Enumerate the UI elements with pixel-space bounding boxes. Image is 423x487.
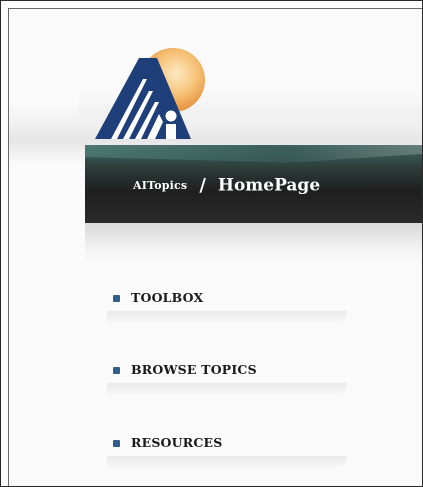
bullet-icon [113, 295, 120, 302]
nav-item-browse-topics[interactable]: BROWSE TOPICS [107, 359, 347, 399]
page-title: HomePage [217, 175, 321, 196]
aitopics-logo-icon[interactable] [93, 44, 223, 144]
page-content: AITopics / HomePage TOOLBOX BROWSE TOPICS … [8, 8, 422, 486]
breadcrumb-root-link[interactable]: AITopics [133, 179, 187, 192]
nav-item-label[interactable]: TOOLBOX [131, 290, 203, 305]
header-bar: AITopics / HomePage [85, 145, 422, 223]
nav-item-underline [107, 456, 347, 468]
nav-item-underline [107, 311, 347, 323]
nav-item-underline [107, 383, 347, 395]
nav-item-label[interactable]: BROWSE TOPICS [131, 362, 257, 377]
nav-item-label[interactable]: RESOURCES [131, 435, 222, 450]
page-frame: AITopics / HomePage TOOLBOX BROWSE TOPICS … [0, 0, 423, 487]
nav-item-toolbox[interactable]: TOOLBOX [107, 287, 347, 327]
bullet-icon [113, 440, 120, 447]
breadcrumb: AITopics / HomePage [133, 175, 320, 196]
header-shadow [85, 223, 422, 265]
nav-item-resources[interactable]: RESOURCES [107, 432, 347, 472]
bullet-icon [113, 367, 120, 374]
breadcrumb-separator: / [199, 175, 206, 196]
